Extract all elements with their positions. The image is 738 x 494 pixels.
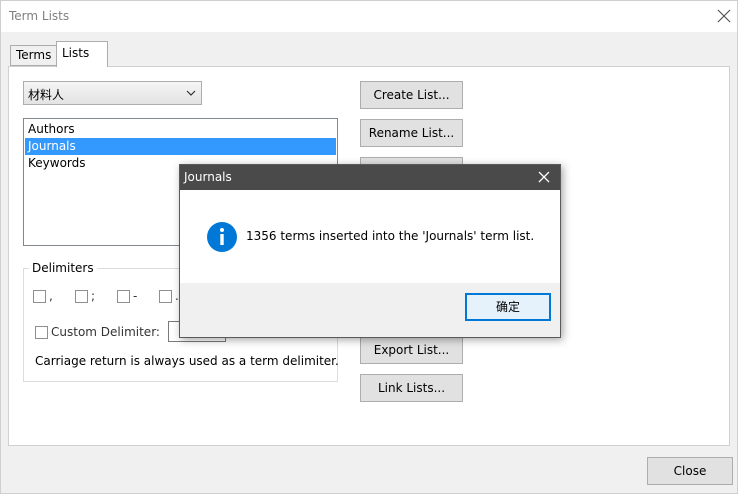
custom-delimiter-checkbox[interactable]	[35, 326, 48, 339]
dialog-titlebar: Journals	[180, 165, 560, 190]
tab-terms[interactable]: Terms	[10, 45, 58, 66]
list-item-authors[interactable]: Authors	[25, 121, 336, 138]
delimiter-comma-checkbox[interactable]	[33, 290, 46, 303]
delimiter-semicolon-checkbox[interactable]	[75, 290, 88, 303]
window-titlebar: Term Lists	[1, 1, 737, 32]
delimiter-dash-checkbox[interactable]	[117, 290, 130, 303]
delimiter-semicolon-label: ;	[91, 289, 96, 303]
library-select[interactable]: 材料人	[23, 81, 202, 105]
delimiters-label: Delimiters	[29, 261, 97, 275]
dialog-title: Journals	[184, 170, 232, 184]
window-title: Term Lists	[9, 9, 70, 23]
custom-delimiter-label: Custom Delimiter:	[51, 325, 160, 339]
create-list-button[interactable]: Create List...	[360, 81, 463, 109]
delimiter-note: Carriage return is always used as a term…	[35, 354, 339, 368]
chevron-down-icon	[186, 90, 196, 96]
close-button[interactable]: Close	[647, 457, 733, 485]
info-icon	[207, 222, 237, 252]
rename-list-button[interactable]: Rename List...	[360, 119, 463, 147]
dialog-message: 1356 terms inserted into the 'Journals' …	[246, 229, 535, 243]
close-icon[interactable]	[537, 170, 551, 184]
link-lists-button[interactable]: Link Lists...	[360, 374, 463, 402]
list-item-journals[interactable]: Journals	[25, 138, 336, 155]
journals-message-dialog: Journals 1356 terms inserted into the 'J…	[179, 164, 561, 338]
close-icon[interactable]	[715, 7, 733, 25]
ok-button[interactable]: 确定	[465, 293, 551, 321]
delimiter-dash-label: -	[133, 289, 138, 303]
delimiter-period-checkbox[interactable]	[159, 290, 172, 303]
term-lists-window: Term Lists Terms Lists 材料人 Authors Journ…	[0, 0, 738, 494]
delimiter-comma-label: ,	[49, 289, 53, 303]
dialog-footer: 确定	[180, 283, 560, 337]
library-select-value: 材料人	[28, 88, 65, 102]
tab-lists[interactable]: Lists	[56, 41, 108, 67]
export-list-button[interactable]: Export List...	[360, 336, 463, 364]
